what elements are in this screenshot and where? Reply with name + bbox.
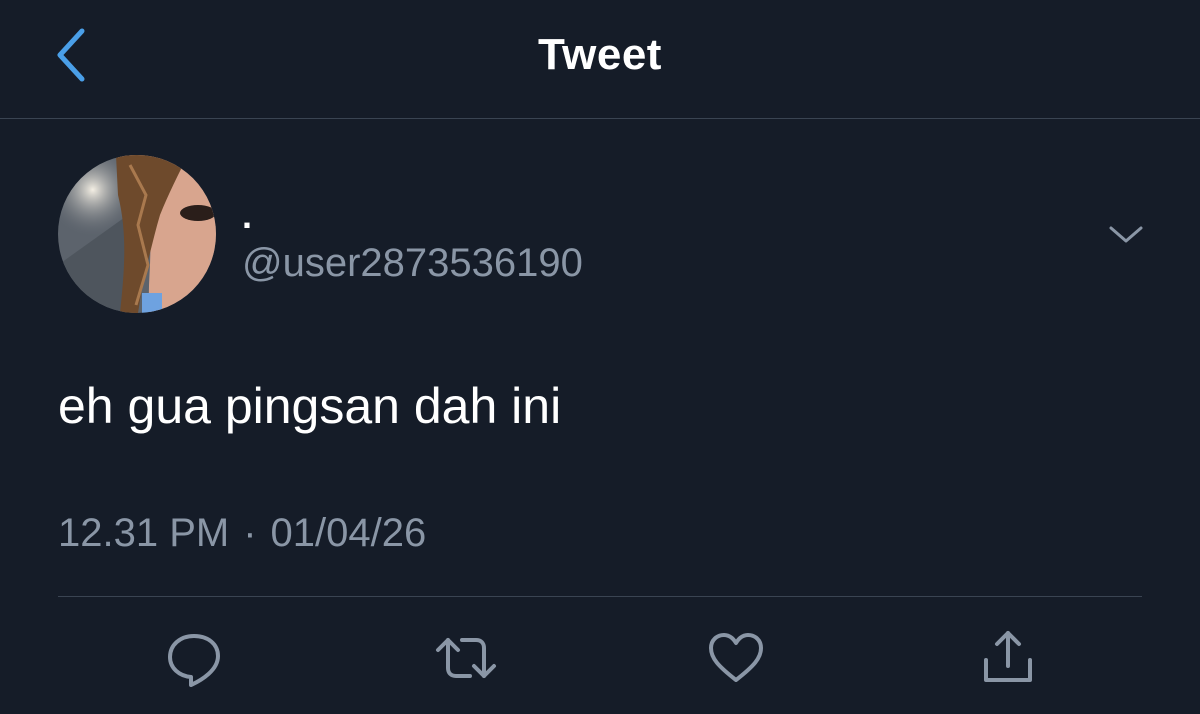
share-icon [984,631,1032,682]
share-button[interactable] [976,626,1040,690]
like-button[interactable] [704,626,768,690]
tweet-menu-button[interactable] [1102,216,1150,252]
tweet-date: 01/04/26 [270,511,427,555]
avatar[interactable] [58,155,216,313]
reply-icon [168,634,220,687]
divider [58,596,1142,597]
page-title: Tweet [538,30,662,79]
tweet-text: eh gua pingsan dah ini [58,378,562,434]
user-handle[interactable]: @user2873536190 [242,240,583,286]
like-icon [709,633,763,682]
tweet-timestamp: 12.31 PM · 01/04/26 [58,508,426,558]
retweet-icon [436,638,496,678]
timestamp-separator: · [243,511,257,555]
reply-button[interactable] [162,626,226,690]
display-name[interactable]: . [242,196,252,236]
retweet-button[interactable] [434,626,498,690]
profile-photo [58,155,216,313]
top-bar: Tweet [0,0,1200,119]
chevron-down-icon [1109,226,1143,243]
tweet-time: 12.31 PM [58,511,230,555]
